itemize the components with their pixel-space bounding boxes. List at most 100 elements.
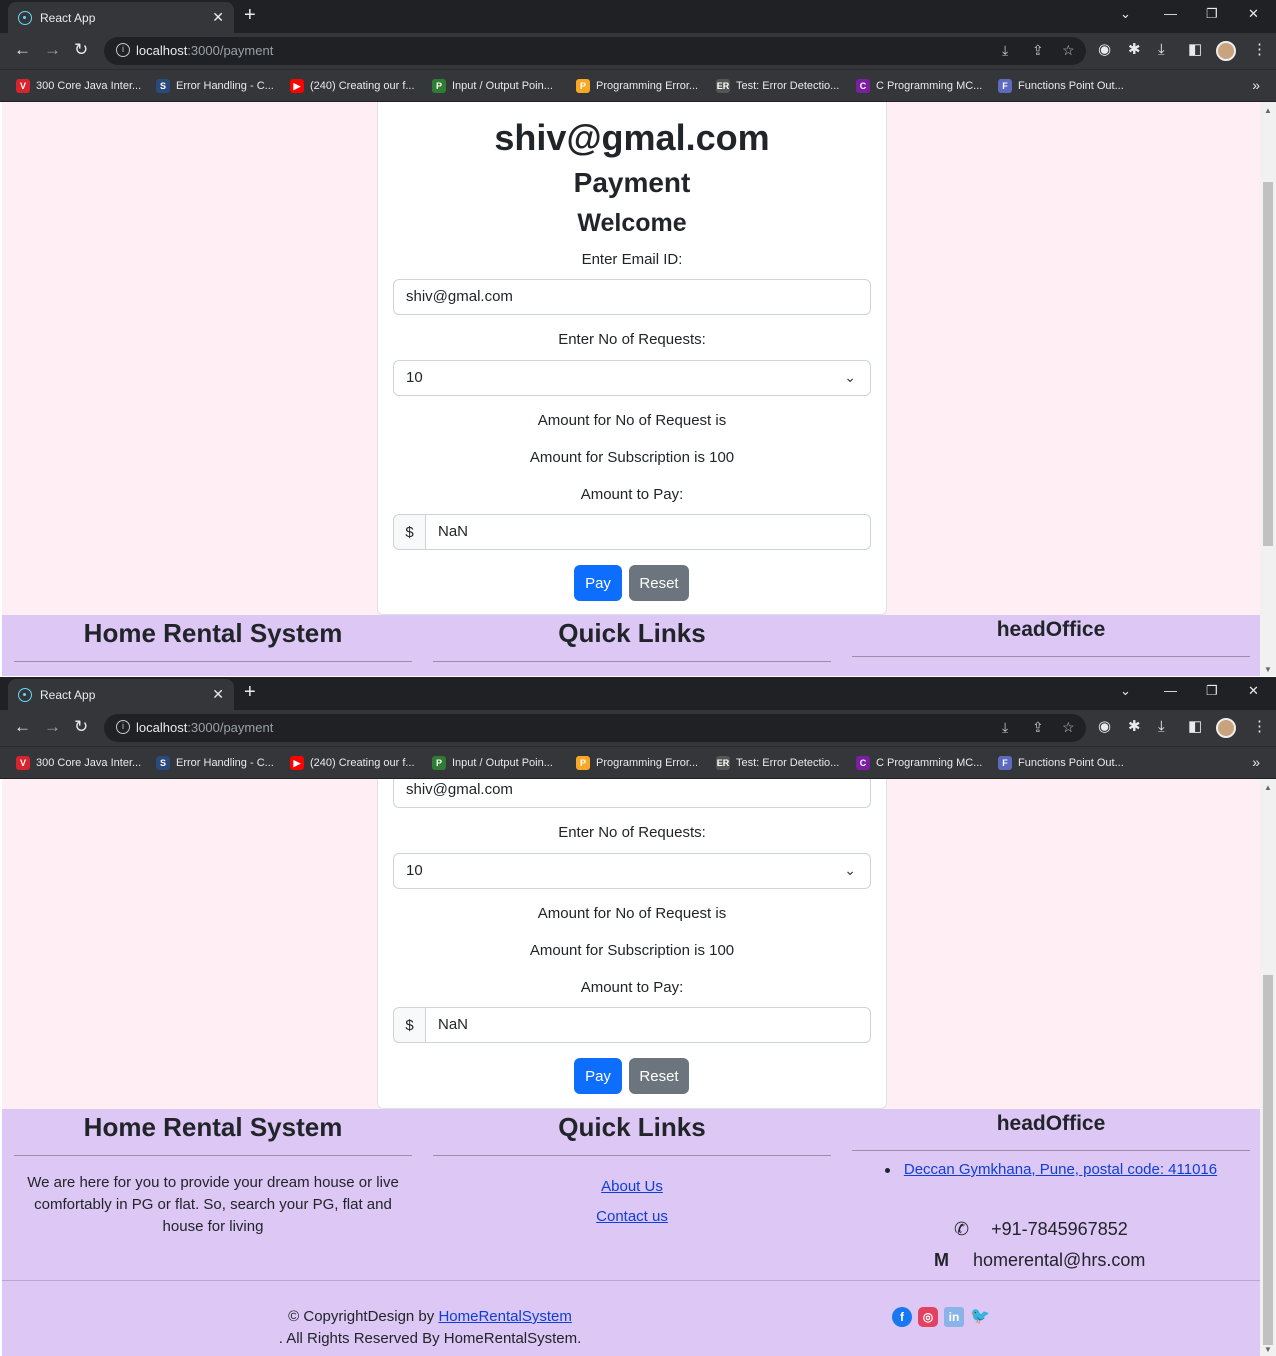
bookmark-item[interactable]: ER Test: Error Detectio... <box>716 78 839 94</box>
twitter-icon[interactable]: 🐦 <box>970 1307 990 1327</box>
requests-select[interactable]: 10 ⌄ <box>393 360 871 396</box>
footer-office-title: headOffice <box>996 1112 1106 1135</box>
copyright-link[interactable]: HomeRentalSystem <box>438 1308 571 1325</box>
share-icon[interactable]: ⇪ <box>1032 719 1044 736</box>
mail-icon: M <box>934 1250 949 1270</box>
bookmark-item[interactable]: P Input / Output Poin... <box>432 78 553 94</box>
site-info-icon[interactable]: i <box>116 720 130 734</box>
amount-field[interactable]: NaN <box>426 1007 871 1043</box>
restore-button[interactable]: ❐ <box>1206 683 1218 699</box>
bookmark-item[interactable]: P Input / Output Poin... <box>432 755 553 771</box>
downloads-icon[interactable]: ⤓ <box>1158 42 1165 58</box>
restore-button[interactable]: ❐ <box>1206 6 1218 22</box>
chevron-down-icon: ⌄ <box>844 862 856 878</box>
install-icon[interactable]: ⤓ <box>1002 719 1008 736</box>
amount-field[interactable]: NaN <box>426 514 871 550</box>
close-tab-icon[interactable]: ✕ <box>212 686 224 703</box>
bookmark-item[interactable]: ▶ (240) Creating our f... <box>290 78 415 94</box>
bookmark-item[interactable]: V 300 Core Java Inter... <box>16 78 141 94</box>
email-field[interactable]: shiv@gmal.com <box>393 779 871 808</box>
new-tab-button[interactable]: + <box>244 682 256 702</box>
share-icon[interactable]: ⇪ <box>1032 42 1044 59</box>
requests-select[interactable]: 10 ⌄ <box>393 853 871 889</box>
office-address-link[interactable]: Deccan Gymkhana, Pune, postal code: 4110… <box>904 1161 1217 1178</box>
bookmark-item[interactable]: P Programming Error... <box>576 78 698 94</box>
more-bookmarks-icon[interactable]: » <box>1252 77 1260 93</box>
facebook-icon[interactable]: f <box>892 1307 912 1327</box>
extension-icon[interactable]: ◉ <box>1098 719 1111 735</box>
address-bar[interactable]: i localhost:3000/payment ⤓ ⇪ ☆ <box>104 37 1086 65</box>
page-scrollbar[interactable]: ▲ ▼ <box>1260 779 1276 1356</box>
footer-brand-title: Home Rental System <box>83 1112 343 1142</box>
bookmark-item[interactable]: F Functions Point Out... <box>998 78 1124 94</box>
browser-toolbar: ← → ↻ i localhost:3000/payment ⤓ ⇪ ☆ ◉ ✱… <box>0 33 1276 69</box>
close-window-button[interactable]: ✕ <box>1248 6 1259 22</box>
downloads-icon[interactable]: ⤓ <box>1158 719 1165 735</box>
bookmark-item[interactable]: CC Programming MC... <box>856 755 982 771</box>
page-scrollbar[interactable]: ▲ ▼ <box>1260 102 1276 676</box>
scrollbar-thumb[interactable] <box>1263 975 1273 1345</box>
amount-input-group: $ NaN <box>393 1007 871 1043</box>
payment-card: shiv@gmal.com Payment Welcome Enter Emai… <box>377 102 887 615</box>
forward-button[interactable]: → <box>44 718 61 736</box>
profile-avatar[interactable] <box>1216 41 1236 61</box>
close-window-button[interactable]: ✕ <box>1248 683 1259 699</box>
address-bar[interactable]: i localhost:3000/payment ⤓ ⇪ ☆ <box>104 714 1086 742</box>
phone-row: ✆ +91-7845967852 <box>954 1219 1128 1240</box>
browser-tab[interactable]: React App ✕ <box>8 679 234 710</box>
reset-button[interactable]: Reset <box>629 1058 689 1094</box>
bookmark-item[interactable]: S Error Handling - C... <box>156 755 274 771</box>
reload-button[interactable]: ↻ <box>74 718 88 736</box>
instagram-icon[interactable]: ◎ <box>918 1307 938 1327</box>
reload-button[interactable]: ↻ <box>74 41 88 59</box>
close-tab-icon[interactable]: ✕ <box>212 9 224 26</box>
minimize-button[interactable]: — <box>1164 683 1177 698</box>
back-button[interactable]: ← <box>14 41 31 59</box>
bookmark-item[interactable]: S Error Handling - C... <box>156 78 274 94</box>
bookmark-item[interactable]: P Programming Error... <box>576 755 698 771</box>
bookmark-item[interactable]: CC Programming MC... <box>856 78 982 94</box>
pay-button[interactable]: Pay <box>574 565 622 601</box>
about-us-link[interactable]: About Us <box>601 1178 663 1195</box>
forward-button[interactable]: → <box>44 41 61 59</box>
phone-icon: ✆ <box>954 1219 970 1239</box>
install-icon[interactable]: ⤓ <box>1002 42 1008 59</box>
new-tab-button[interactable]: + <box>244 5 256 25</box>
bookmark-star-icon[interactable]: ☆ <box>1062 42 1075 59</box>
menu-icon[interactable]: ⋮ <box>1252 719 1267 735</box>
requests-selected-value: 10 <box>406 862 423 879</box>
footer-links-title: Quick Links <box>558 1112 706 1142</box>
browser-window-bottom: React App ✕ + ⌄ — ❐ ✕ ← → ↻ i localhost:… <box>0 677 1276 1356</box>
browser-tab[interactable]: React App ✕ <box>8 2 234 33</box>
bookmark-item[interactable]: V 300 Core Java Inter... <box>16 755 141 771</box>
email-field[interactable]: shiv@gmal.com <box>393 279 871 315</box>
minimize-button[interactable]: — <box>1164 6 1177 21</box>
linkedin-icon[interactable]: in <box>944 1307 964 1327</box>
more-bookmarks-icon[interactable]: » <box>1252 754 1260 770</box>
email-label: Enter Email ID: <box>581 251 683 268</box>
extension-icon[interactable]: ◉ <box>1098 42 1111 58</box>
side-panel-icon[interactable]: ◧ <box>1188 42 1202 58</box>
profile-avatar[interactable] <box>1216 718 1236 738</box>
contact-email: homerental@hrs.com <box>973 1250 1146 1270</box>
menu-icon[interactable]: ⋮ <box>1252 42 1267 58</box>
welcome-heading: Welcome <box>577 209 687 237</box>
extensions-puzzle-icon[interactable]: ✱ <box>1128 719 1141 735</box>
extensions-puzzle-icon[interactable]: ✱ <box>1128 42 1141 58</box>
scrollbar-thumb[interactable] <box>1263 182 1273 546</box>
tab-search-icon[interactable]: ⌄ <box>1120 6 1131 22</box>
amount-to-pay-label: Amount to Pay: <box>580 979 684 996</box>
url-host: localhost <box>136 720 188 735</box>
site-info-icon[interactable]: i <box>116 43 130 57</box>
bookmark-item[interactable]: F Functions Point Out... <box>998 755 1124 771</box>
browser-toolbar: ← → ↻ i localhost:3000/payment ⤓ ⇪ ☆ ◉ ✱… <box>0 710 1276 746</box>
reset-button[interactable]: Reset <box>629 565 689 601</box>
bookmark-star-icon[interactable]: ☆ <box>1062 719 1075 736</box>
pay-button[interactable]: Pay <box>574 1058 622 1094</box>
tab-search-icon[interactable]: ⌄ <box>1120 683 1131 699</box>
contact-us-link[interactable]: Contact us <box>596 1208 668 1225</box>
back-button[interactable]: ← <box>14 718 31 736</box>
side-panel-icon[interactable]: ◧ <box>1188 719 1202 735</box>
bookmark-item[interactable]: ▶ (240) Creating our f... <box>290 755 415 771</box>
bookmark-item[interactable]: ER Test: Error Detectio... <box>716 755 839 771</box>
